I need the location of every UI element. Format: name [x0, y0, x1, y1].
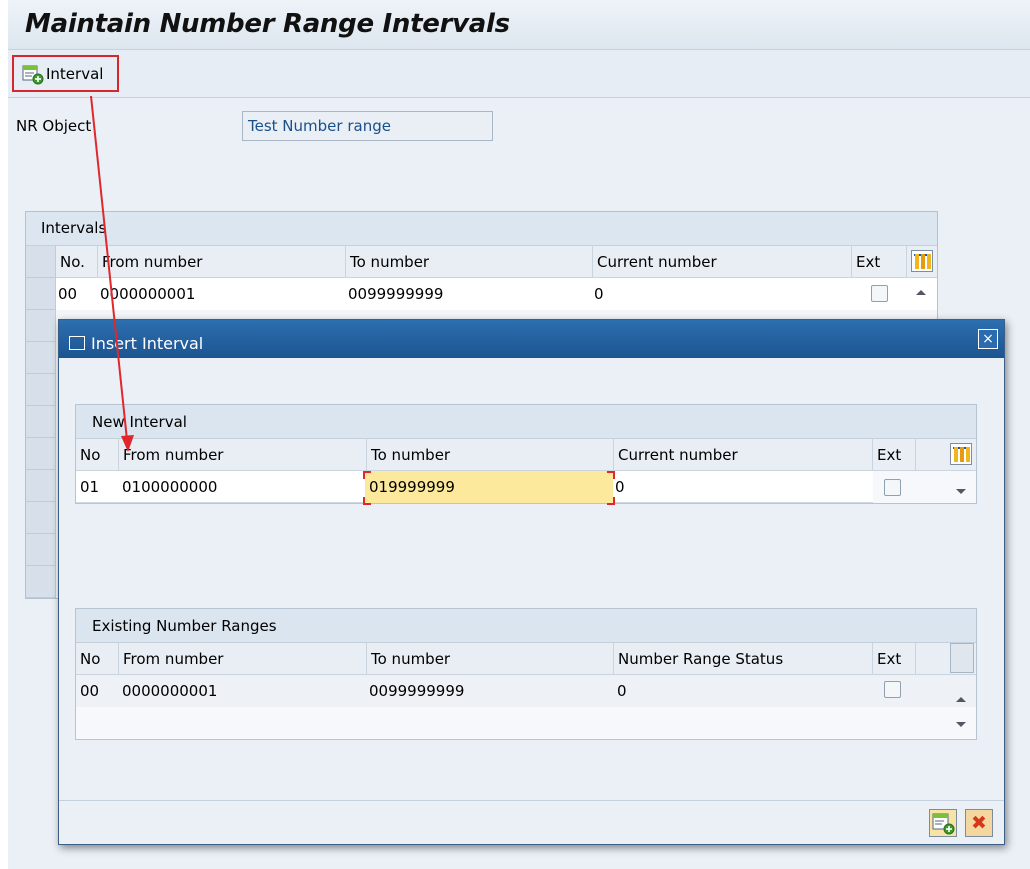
annotation-arrow [90, 95, 134, 452]
